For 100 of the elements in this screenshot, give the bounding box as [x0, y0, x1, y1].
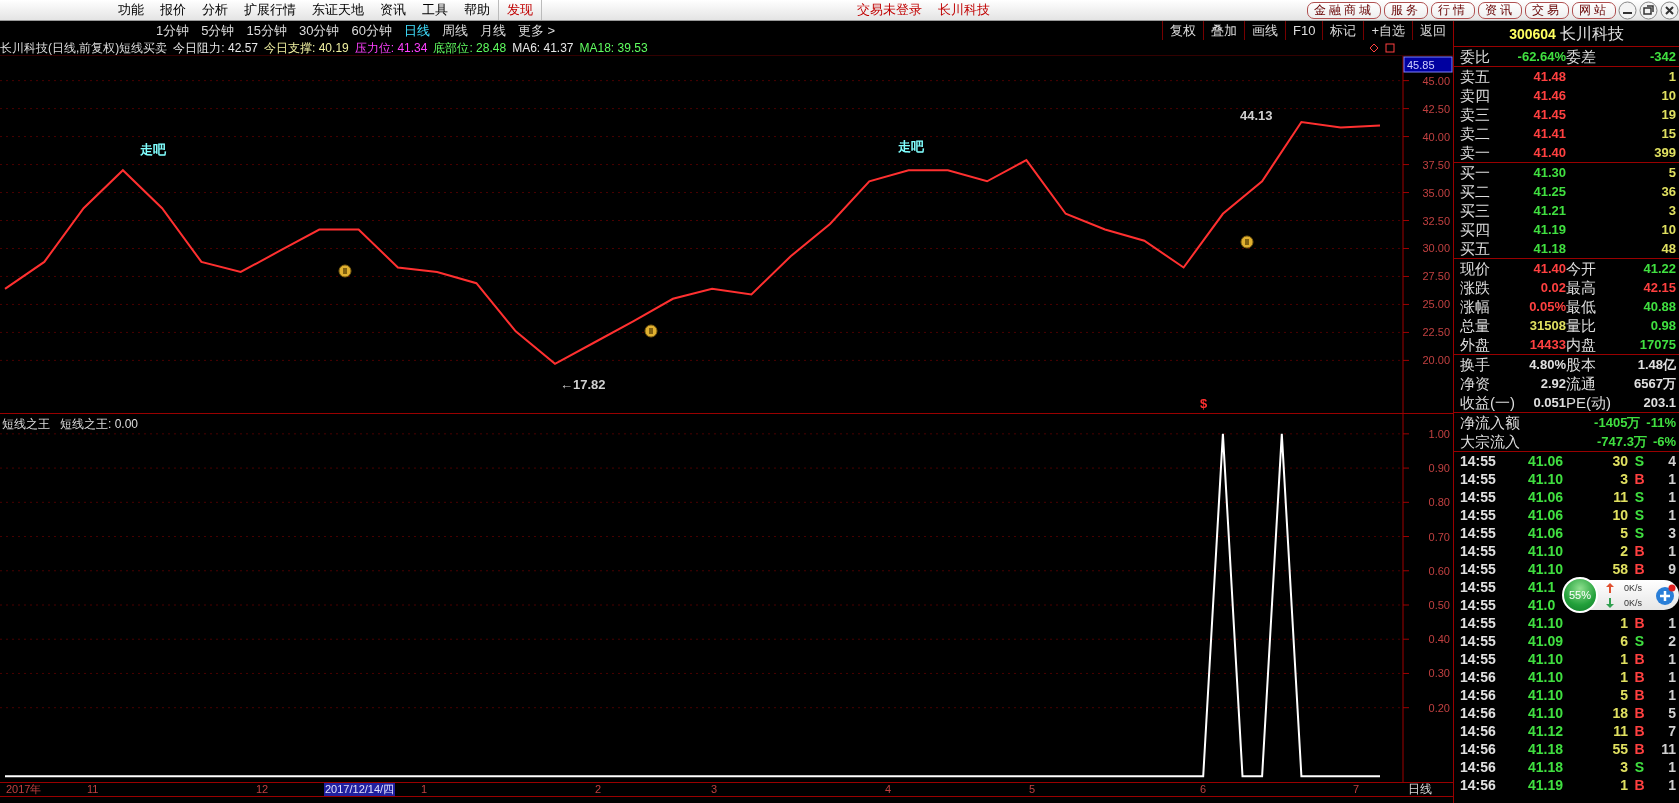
- period-tab[interactable]: 更多 >: [511, 21, 562, 40]
- trade-time: 14:55: [1460, 470, 1497, 488]
- trade-side: B: [1633, 686, 1646, 704]
- menu-button[interactable]: 金融商城: [1307, 1, 1381, 19]
- plus-icon[interactable]: [1654, 584, 1676, 606]
- menu-item[interactable]: 帮助: [456, 0, 498, 20]
- coin-icon: [338, 264, 352, 278]
- period-tab[interactable]: 30分钟: [292, 21, 346, 40]
- trade-price: 41.10: [1528, 470, 1565, 488]
- trade-price: 41.09: [1528, 632, 1565, 650]
- order-price: 41.48: [1532, 68, 1566, 86]
- close-icon[interactable]: [1660, 0, 1679, 20]
- menu-item[interactable]: 功能: [110, 0, 152, 20]
- menu-button[interactable]: 交易: [1525, 1, 1569, 19]
- period-tab[interactable]: 15分钟: [240, 21, 293, 40]
- menu-item[interactable]: 工具: [414, 0, 456, 20]
- trade-price: 41.18: [1528, 740, 1565, 758]
- period-tab[interactable]: 5分钟: [195, 21, 241, 40]
- order-volume: 19: [1660, 106, 1676, 124]
- menu-button[interactable]: 行情: [1431, 1, 1475, 19]
- trade-time: 14:55: [1460, 452, 1497, 470]
- menu-item[interactable]: 分析: [194, 0, 236, 20]
- trade-volume: 1: [1619, 776, 1628, 794]
- stock-name: 长川科技: [1559, 25, 1624, 42]
- period-tab[interactable]: 日线: [397, 21, 436, 40]
- menu-item[interactable]: 报价: [152, 0, 194, 20]
- trade-volume: 5: [1619, 686, 1628, 704]
- order-volume: 3: [1667, 202, 1676, 220]
- menu-button[interactable]: 网站: [1572, 1, 1616, 19]
- trade-volume: 55: [1611, 740, 1628, 758]
- trade-time: 14:55: [1460, 596, 1497, 614]
- quote-value: 0.98: [1649, 317, 1676, 335]
- trade-time: 14:55: [1460, 488, 1497, 506]
- date-label: 3: [710, 783, 719, 796]
- menu-button[interactable]: 资讯: [1478, 1, 1522, 19]
- menu-item[interactable]: 资讯: [372, 0, 414, 20]
- quote-label: 净资: [1460, 374, 1491, 393]
- coin-icon: [1240, 235, 1254, 249]
- indicator-value: MA6: 41.37: [512, 39, 574, 56]
- period-tab[interactable]: 1分钟: [150, 21, 196, 40]
- axis-label: 20.00: [1422, 354, 1450, 367]
- indicator-value: MA18: 39.53: [579, 39, 648, 56]
- square-icon[interactable]: [1385, 42, 1395, 53]
- quote-value: 0.051: [1532, 394, 1566, 410]
- menu-item[interactable]: 东证天地: [304, 0, 372, 20]
- trade-price: 41.06: [1528, 506, 1565, 524]
- period-tab[interactable]: 月线: [473, 21, 512, 40]
- quote-value: 31508: [1528, 317, 1566, 335]
- date-label: 11: [86, 783, 100, 796]
- period-tab[interactable]: 60分钟: [345, 21, 398, 40]
- flow-label: 净流入额: [1460, 413, 1520, 432]
- trade-side: B: [1633, 650, 1646, 668]
- quote-label: 收益(一): [1460, 393, 1512, 412]
- flow-percent: -11%: [1646, 414, 1676, 432]
- minimize-icon[interactable]: [1618, 0, 1637, 20]
- date-label: 1: [420, 783, 429, 796]
- trade-time: 14:55: [1460, 542, 1497, 560]
- trade-side: B: [1633, 722, 1646, 740]
- menu-button[interactable]: 服务: [1384, 1, 1428, 19]
- period-tab[interactable]: 周线: [435, 21, 474, 40]
- stock-code: 300604: [1509, 26, 1556, 42]
- menu-item[interactable]: 扩展行情: [236, 0, 304, 20]
- quote-value: 1.48亿: [1636, 356, 1676, 374]
- trade-count: 1: [1667, 470, 1676, 488]
- trade-count: 1: [1667, 614, 1676, 632]
- diamond-icon[interactable]: [1369, 42, 1379, 53]
- axis-label: 1.00: [1428, 427, 1450, 440]
- axis-label: 30.00: [1422, 242, 1450, 255]
- order-price: 41.25: [1532, 183, 1566, 201]
- date-label: 12: [255, 783, 270, 796]
- axis-label: 0.70: [1428, 530, 1450, 543]
- order-level-label: 卖四: [1460, 86, 1491, 105]
- trade-count: 7: [1667, 722, 1676, 740]
- trade-time: 14:56: [1460, 722, 1497, 740]
- quote-label: 委比: [1460, 47, 1491, 66]
- quote-value: 17075: [1638, 336, 1676, 354]
- trade-volume: 2: [1619, 542, 1628, 560]
- quote-label: 今开: [1566, 259, 1597, 278]
- trade-side: S: [1633, 488, 1646, 506]
- chart-label: 走吧: [898, 139, 924, 154]
- trade-side: B: [1633, 776, 1646, 794]
- order-level-label: 卖三: [1460, 105, 1491, 124]
- trade-price: 41.18: [1528, 758, 1565, 776]
- restore-icon[interactable]: [1639, 0, 1658, 20]
- trade-price: 41.10: [1528, 686, 1565, 704]
- trade-count: 11: [1660, 740, 1676, 758]
- quote-label: 股本: [1566, 355, 1597, 374]
- trade-time: 14:56: [1460, 740, 1497, 758]
- trade-count: 1: [1667, 776, 1676, 794]
- period-label: 日线: [1408, 783, 1432, 796]
- trade-time: 14:56: [1460, 668, 1497, 686]
- order-volume: 10: [1660, 221, 1676, 239]
- axis-label: 0.40: [1428, 633, 1450, 646]
- trade-volume: 18: [1611, 704, 1628, 722]
- trade-side: S: [1633, 524, 1646, 542]
- quote-value: 203.1: [1642, 394, 1676, 412]
- trade-price: 41.10: [1528, 614, 1565, 632]
- down-arrow-icon: [1606, 598, 1614, 608]
- menu-item[interactable]: 发现: [498, 0, 542, 20]
- order-volume: 1: [1667, 68, 1676, 86]
